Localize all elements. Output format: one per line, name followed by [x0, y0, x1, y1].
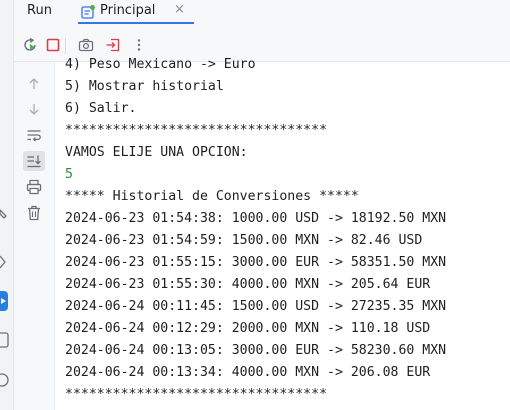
run-tool-icon[interactable] — [0, 290, 10, 312]
console-line: ********************************* — [65, 123, 328, 138]
run-window-title: Run — [27, 3, 52, 18]
hammer-icon[interactable] — [0, 206, 10, 222]
console-line: 2024-06-23 01:54:38: 1000.00 USD -> 1819… — [65, 211, 447, 226]
trash-icon[interactable] — [23, 203, 45, 223]
run-config-icon — [81, 4, 95, 19]
console-line: 2024-06-24 00:11:45: 1500.00 USD -> 2723… — [65, 299, 447, 314]
console-line: ********************************* — [65, 387, 328, 402]
console-line: 2024-06-23 01:55:30: 4000.00 MXN -> 205.… — [65, 277, 431, 292]
console-line: 5) Mostrar historial — [65, 79, 224, 94]
camera-icon[interactable] — [78, 37, 94, 53]
exit-icon[interactable] — [105, 37, 121, 53]
scroll-to-end-icon[interactable] — [23, 151, 45, 171]
close-icon[interactable]: × — [174, 2, 185, 17]
console-line: 2024-06-23 01:55:15: 3000.00 EUR -> 5835… — [65, 255, 447, 270]
console-line: VAMOS ELIJE UNA OPCION: — [65, 145, 248, 160]
console-line: 2024-06-24 00:13:34: 4000.00 MXN -> 206.… — [65, 365, 431, 380]
terminal-icon[interactable] — [0, 332, 10, 348]
services-icon[interactable] — [0, 254, 10, 270]
tab-principal[interactable]: Principal × — [78, 0, 196, 24]
console-line: 2024-06-24 00:13:05: 3000.00 EUR -> 5823… — [65, 343, 447, 358]
console-line: 2024-06-23 01:54:59: 1500.00 MXN -> 82.4… — [65, 233, 423, 248]
left-tool-strip — [0, 0, 14, 410]
console-line: 6) Salir. — [65, 101, 137, 116]
console-output[interactable]: 4) Peso Mexicano -> Euro 5) Mostrar hist… — [65, 54, 510, 410]
stop-icon[interactable] — [45, 37, 61, 53]
console-line: 2024-06-24 00:12:29: 2000.00 MXN -> 110.… — [65, 321, 431, 336]
console-line: 4) Peso Mexicano -> Euro — [65, 57, 256, 72]
arrow-down-icon[interactable] — [23, 99, 45, 119]
console-side-toolbar — [14, 62, 55, 410]
console-user-input: 5 — [65, 167, 73, 182]
more-vertical-icon[interactable] — [131, 37, 147, 53]
arrow-up-icon[interactable] — [23, 74, 45, 94]
tab-label: Principal — [100, 3, 156, 18]
rerun-icon[interactable] — [22, 37, 38, 53]
print-icon[interactable] — [23, 177, 45, 197]
run-tool-window-header: Run Principal × — [14, 0, 510, 24]
toolbar-separator — [65, 38, 66, 54]
problems-icon[interactable] — [0, 372, 10, 388]
console-line: ***** Historial de Conversiones ***** — [65, 189, 359, 204]
soft-wrap-icon[interactable] — [23, 125, 45, 145]
